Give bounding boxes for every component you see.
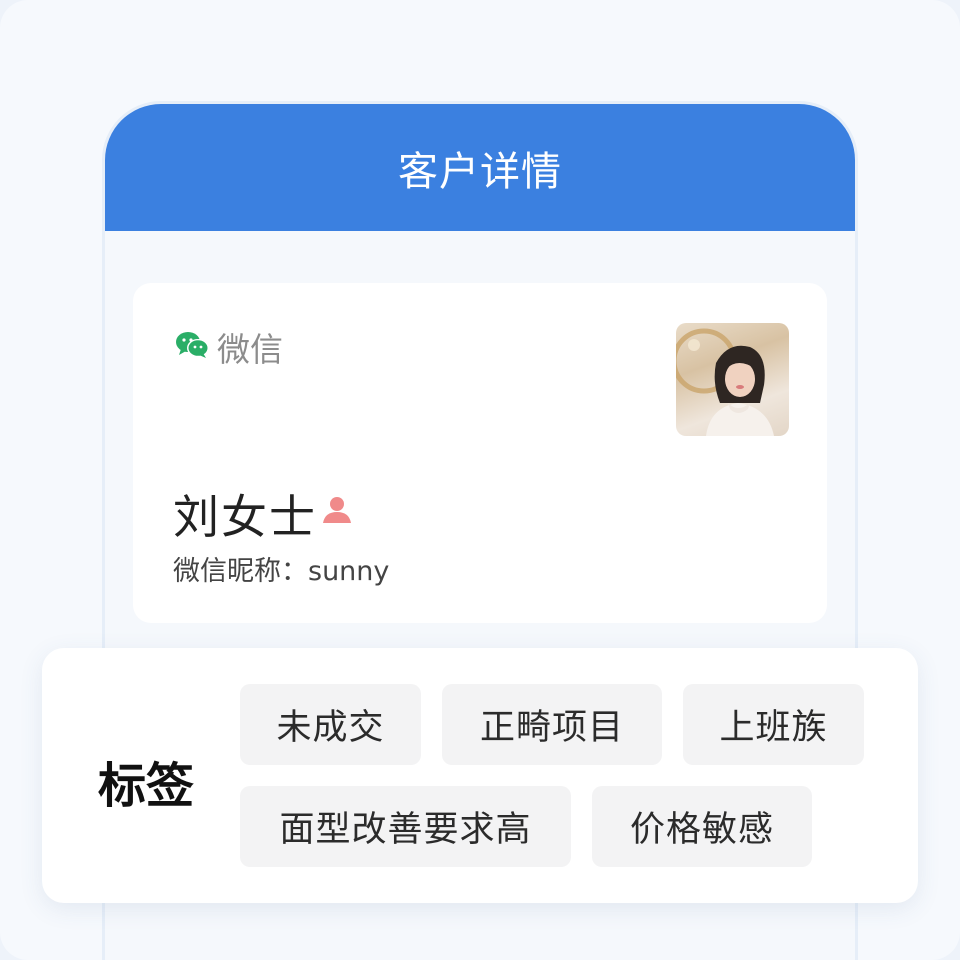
tags-title: 标签 [98, 758, 195, 814]
tag-chip[interactable]: 面型改善要求高 [240, 786, 571, 867]
customer-info-card: 微信 刘女士 微信昵称：sunny [133, 283, 827, 623]
tags-panel: 标签 未成交 正畸项目 上班族 面型改善要求高 价格敏感 [42, 648, 918, 903]
customer-name: 刘女士 [173, 490, 317, 544]
tag-chip[interactable]: 价格敏感 [592, 786, 812, 867]
tag-chip[interactable]: 未成交 [240, 684, 421, 765]
tag-chip[interactable]: 正畸项目 [442, 684, 662, 765]
screen-canvas: 客户详情 微信 刘女士 微信昵称：sunny 标签 未成交 正畸项目 上班族 面… [0, 0, 960, 960]
wechat-icon [175, 330, 211, 364]
female-user-icon [321, 495, 353, 529]
tag-chip[interactable]: 上班族 [683, 684, 864, 765]
header-bar: 客户详情 [105, 104, 855, 231]
wechat-nickname: 微信昵称：sunny [173, 556, 390, 587]
customer-avatar[interactable] [676, 323, 789, 436]
source-label: 微信 [217, 330, 283, 369]
page-title: 客户详情 [398, 148, 562, 195]
source-channel: 微信 [175, 323, 283, 371]
